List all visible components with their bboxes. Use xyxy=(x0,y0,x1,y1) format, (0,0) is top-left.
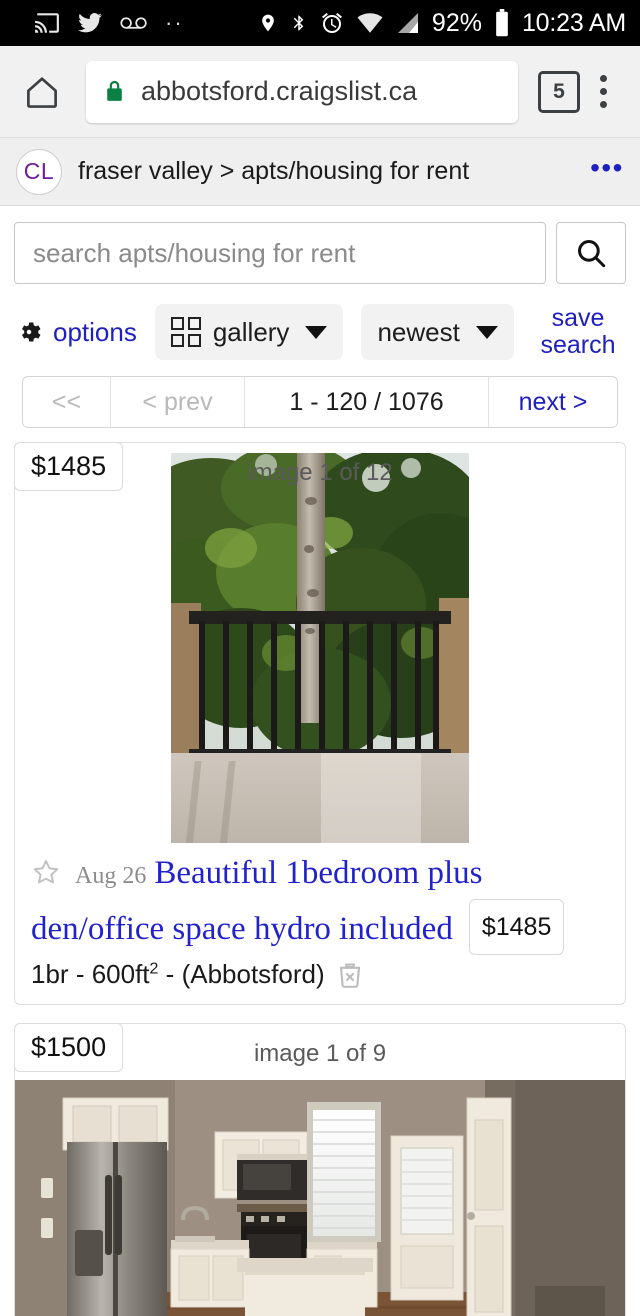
pagination: << < prev 1 - 120 / 1076 next > xyxy=(22,376,618,428)
search-button[interactable] xyxy=(556,222,626,284)
listing-thumbnail-balcony[interactable] xyxy=(171,453,469,843)
gear-icon xyxy=(21,322,41,342)
voicemail-icon xyxy=(120,17,147,29)
wifi-icon xyxy=(357,13,383,33)
listing-thumbnail-wrap[interactable] xyxy=(15,1080,625,1316)
craigslist-logo[interactable]: CL xyxy=(16,148,62,195)
url-bar[interactable]: abbotsford.craigslist.ca xyxy=(86,60,518,123)
bluetooth-icon xyxy=(293,15,304,31)
listing-price-badge: $1485 xyxy=(14,442,124,491)
craigslist-logo-label: CL xyxy=(23,158,55,184)
listing-bedrooms: 1br xyxy=(31,959,69,989)
star-outline-icon[interactable] xyxy=(31,857,61,887)
phone-screen: ·· 92% 10:23 AM abbotsford.craigslist.ca… xyxy=(0,0,640,1316)
tab-count-label: 5 xyxy=(553,79,565,103)
trash-x-icon[interactable] xyxy=(335,960,365,990)
grid-icon xyxy=(170,317,201,347)
view-mode-label: gallery xyxy=(212,316,290,347)
options-button[interactable]: options xyxy=(14,317,137,348)
listing-details-row: 1br - 600ft2 - (Abbotsford) xyxy=(31,959,609,990)
home-icon xyxy=(27,76,57,108)
results-list: $1485 image 1 of 12 Aug 26 Beautiful 1be… xyxy=(0,442,640,1316)
site-header: CL fraser valley > apts/housing for rent… xyxy=(0,138,640,206)
view-mode-dropdown[interactable]: gallery xyxy=(154,304,344,360)
browser-toolbar: abbotsford.craigslist.ca 5 xyxy=(0,46,640,138)
filters-toolbar: options gallery newest save search xyxy=(0,292,640,368)
search-row xyxy=(0,206,640,292)
listing-inline-price: $1485 xyxy=(468,899,565,955)
alarm-icon xyxy=(321,13,342,33)
lock-icon xyxy=(107,80,122,101)
location-icon xyxy=(262,14,274,32)
cell-signal-icon xyxy=(397,13,418,33)
pagination-first-button[interactable]: << xyxy=(23,377,111,427)
search-input[interactable] xyxy=(14,222,546,284)
sort-dropdown[interactable]: newest xyxy=(361,304,514,360)
options-label: options xyxy=(53,316,137,347)
chevron-down-icon xyxy=(475,325,498,339)
pagination-count-label: 1 - 120 / 1076 xyxy=(245,377,489,427)
status-clock: 10:23 AM xyxy=(521,8,626,37)
listing-details: 1br - 600ft2 - (Abbotsford) xyxy=(31,959,325,989)
listing-card[interactable]: $1500 image 1 of 9 xyxy=(14,1023,626,1316)
chevron-down-icon xyxy=(305,325,328,339)
listing-price-badge: $1500 xyxy=(14,1023,124,1072)
save-search-button[interactable]: save search xyxy=(530,305,626,359)
search-icon xyxy=(578,240,606,268)
status-bar-left-icons: ·· xyxy=(34,10,201,36)
header-more-menu[interactable]: ••• xyxy=(590,153,624,182)
listing-title-row: Aug 26 Beautiful 1bedroom plus den/offic… xyxy=(31,849,609,955)
listing-date: Aug 26 xyxy=(75,863,147,889)
more-notifications-icon: ·· xyxy=(165,10,184,35)
pagination-next-button[interactable]: next > xyxy=(489,377,617,427)
url-text: abbotsford.craigslist.ca xyxy=(141,76,418,106)
listing-thumbnail-kitchen[interactable] xyxy=(15,1080,625,1316)
battery-percent: 92% xyxy=(431,8,482,37)
listing-thumbnail-wrap[interactable] xyxy=(15,453,625,843)
listing-card[interactable]: $1485 image 1 of 12 Aug 26 Beautiful 1be… xyxy=(14,442,626,1005)
status-bar: ·· 92% 10:23 AM xyxy=(0,0,640,46)
twitter-icon xyxy=(78,13,102,33)
tab-counter-button[interactable]: 5 xyxy=(538,70,580,113)
status-bar-right-icons: 92% 10:23 AM xyxy=(246,9,626,38)
battery-icon xyxy=(496,9,508,37)
pagination-wrap: << < prev 1 - 120 / 1076 next > xyxy=(0,368,640,442)
listing-location: (Abbotsford) xyxy=(181,959,325,989)
cast-icon xyxy=(35,13,59,33)
three-dot-menu-icon xyxy=(599,75,607,82)
listing-size: 600ft xyxy=(91,959,150,989)
home-button[interactable] xyxy=(14,64,70,120)
listing-size-exponent: 2 xyxy=(149,960,159,978)
pagination-prev-button[interactable]: < prev xyxy=(111,377,245,427)
breadcrumb[interactable]: fraser valley > apts/housing for rent xyxy=(78,157,590,186)
browser-menu-button[interactable] xyxy=(580,72,626,111)
listing-meta: Aug 26 Beautiful 1bedroom plus den/offic… xyxy=(15,843,625,1004)
sort-label: newest xyxy=(377,316,460,347)
